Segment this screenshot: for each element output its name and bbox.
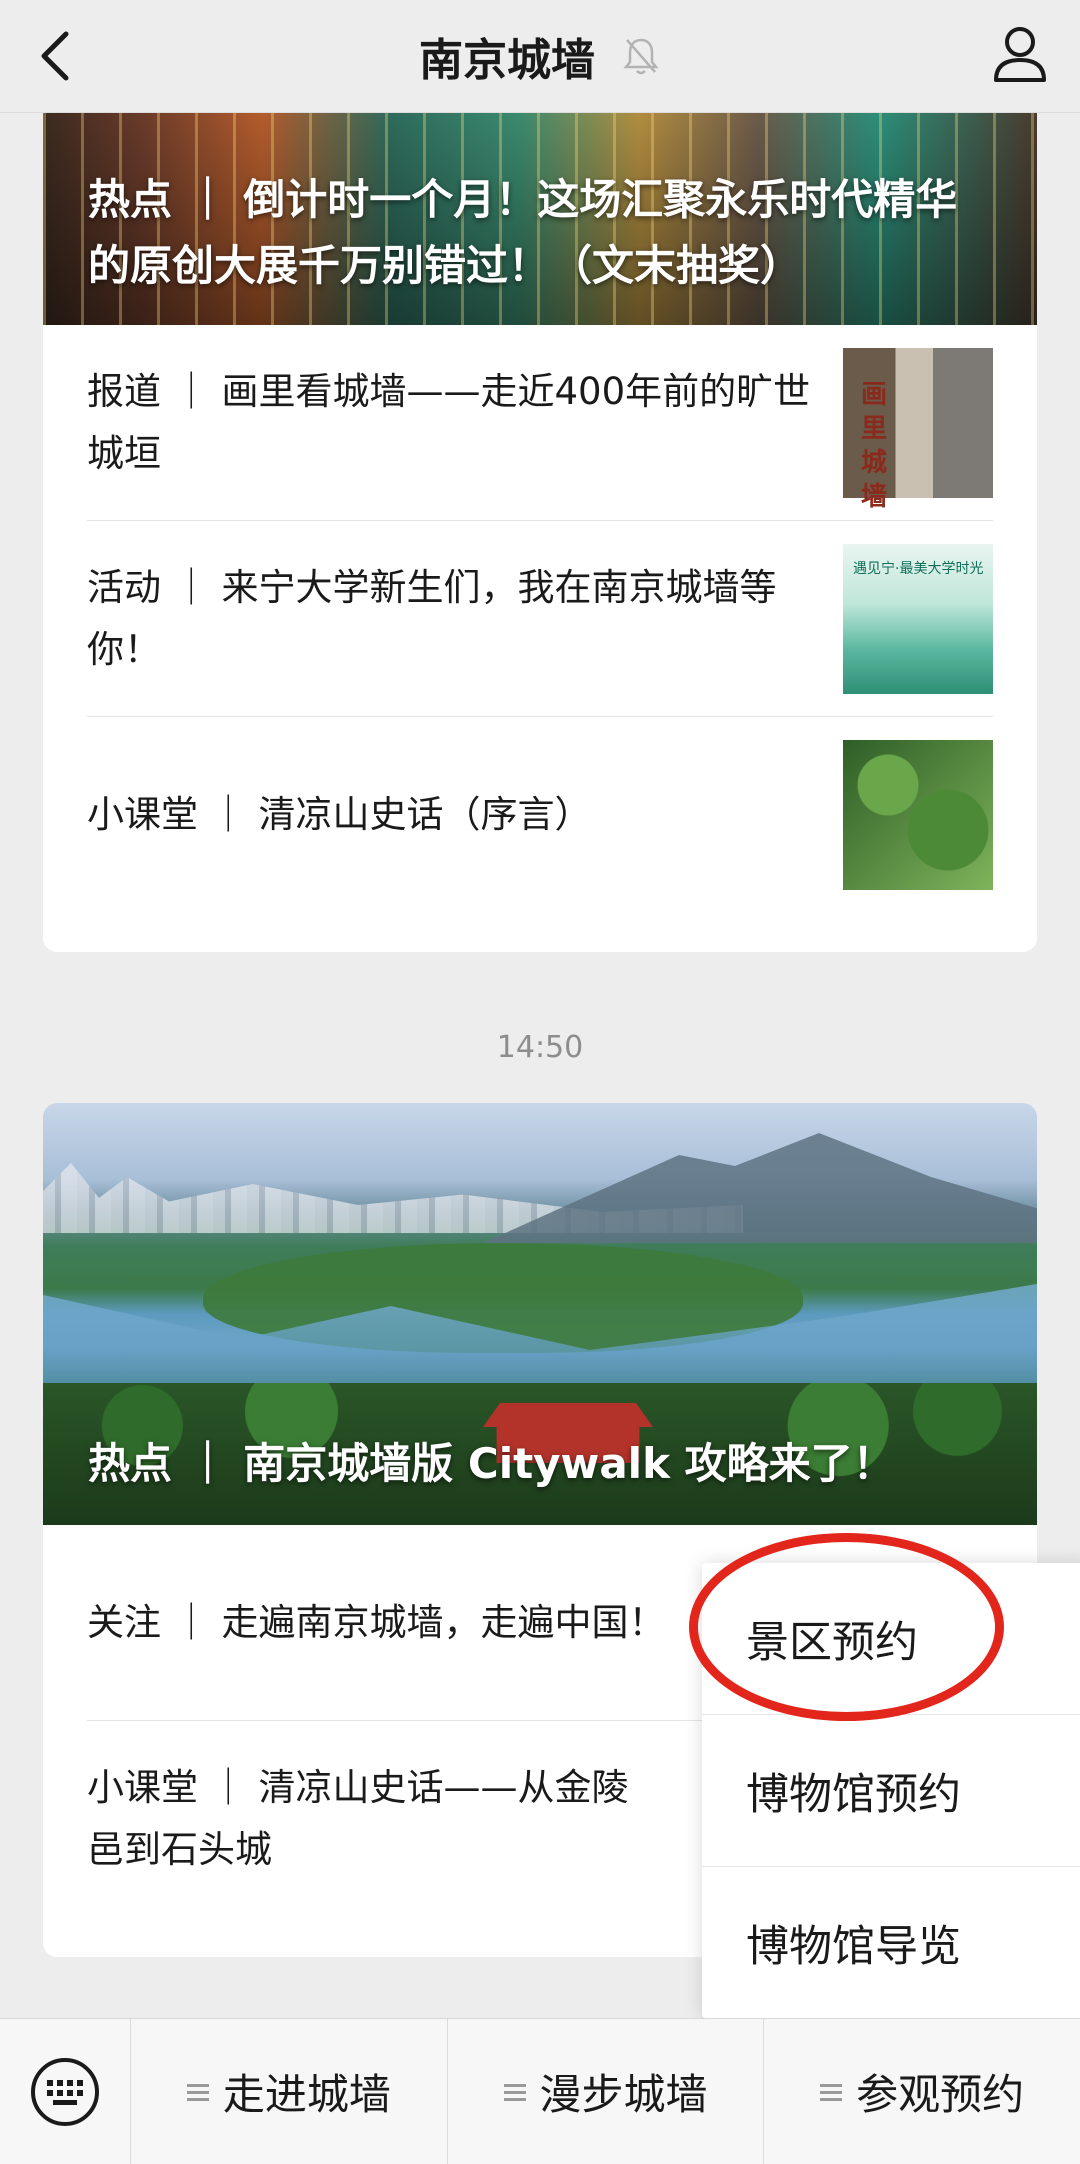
page-title: 南京城墙 xyxy=(419,35,595,86)
menu-tab-walk-wall[interactable]: 漫步城墙 xyxy=(446,2019,764,2164)
list-item[interactable]: 活动 ｜ 来宁大学新生们，我在南京城墙等你！ 遇见宁·最美大学时光 xyxy=(87,520,993,716)
thumbnail-caption: 画里城墙 xyxy=(861,379,888,512)
article-list-1: 报道 ｜ 画里看城墙——走近400年前的旷世城垣 画里城墙 活动 ｜ 来宁大学新… xyxy=(43,325,1037,912)
article-title: 报道 ｜ 画里看城墙——走近400年前的旷世城垣 xyxy=(87,369,811,475)
keyboard-toggle-button[interactable] xyxy=(0,2019,130,2164)
hero-article-2[interactable]: 热点 ｜ 南京城墙版 Citywalk 攻略来了！ xyxy=(43,1103,1037,1525)
menu-lines-icon xyxy=(820,2083,843,2101)
article-thumbnail xyxy=(843,739,993,890)
user-profile-icon[interactable] xyxy=(988,18,1052,90)
article-title: 活动 ｜ 来宁大学新生们，我在南京城墙等你！ xyxy=(87,565,777,671)
menu-item-museum-reservation[interactable]: 博物馆预约 xyxy=(702,1714,1080,1866)
thumbnail-caption: 遇见宁·最美大学时光 xyxy=(853,560,984,577)
mute-bell-icon xyxy=(623,38,659,75)
menu-item-scenic-reservation[interactable]: 景区预约 xyxy=(702,1563,1080,1714)
menu-tab-visit-reservation[interactable]: 参观预约 xyxy=(763,2019,1080,2164)
title-group: 南京城墙 xyxy=(0,0,1080,112)
hero-title-2: 热点 ｜ 南京城墙版 Citywalk 攻略来了！ xyxy=(88,1439,895,1488)
list-item[interactable]: 小课堂 ｜ 清凉山史话（序言） xyxy=(87,716,993,912)
menu-tab-label: 走进城墙 xyxy=(222,2070,391,2119)
menu-tab-label: 漫步城墙 xyxy=(539,2070,708,2119)
list-item[interactable]: 报道 ｜ 画里看城墙——走近400年前的旷世城垣 画里城墙 xyxy=(87,325,993,520)
message-timestamp: 14:50 xyxy=(496,1030,584,1065)
article-card-1: 热点 ｜ 倒计时一个月！这场汇聚永乐时代精华的原创大展千万别错过！（文末抽奖） … xyxy=(43,112,1037,952)
hero-article-1[interactable]: 热点 ｜ 倒计时一个月！这场汇聚永乐时代精华的原创大展千万别错过！（文末抽奖） xyxy=(43,112,1037,325)
menu-item-museum-guide[interactable]: 博物馆导览 xyxy=(702,1866,1080,2018)
keyboard-icon xyxy=(31,2057,99,2126)
submenu-popup: 景区预约 博物馆预约 博物馆导览 xyxy=(702,1563,1080,2018)
nav-header: 南京城墙 xyxy=(0,0,1080,113)
menu-tab-label: 参观预约 xyxy=(856,2070,1025,2119)
article-thumbnail: 遇见宁·最美大学时光 xyxy=(843,543,993,694)
article-title: 小课堂 ｜ 清凉山史话（序言） xyxy=(87,792,592,836)
menu-tab-explore-wall[interactable]: 走进城墙 xyxy=(130,2019,447,2164)
bottom-menu-bar: 走进城墙 漫步城墙 参观预约 xyxy=(0,2018,1080,2164)
menu-lines-icon xyxy=(503,2083,526,2101)
menu-lines-icon xyxy=(186,2083,209,2101)
hero-image-mountain xyxy=(483,1133,1037,1243)
article-thumbnail: 画里城墙 xyxy=(843,347,993,512)
hero-title-1: 热点 ｜ 倒计时一个月！这场汇聚永乐时代精华的原创大展千万别错过！（文末抽奖） xyxy=(88,175,958,290)
